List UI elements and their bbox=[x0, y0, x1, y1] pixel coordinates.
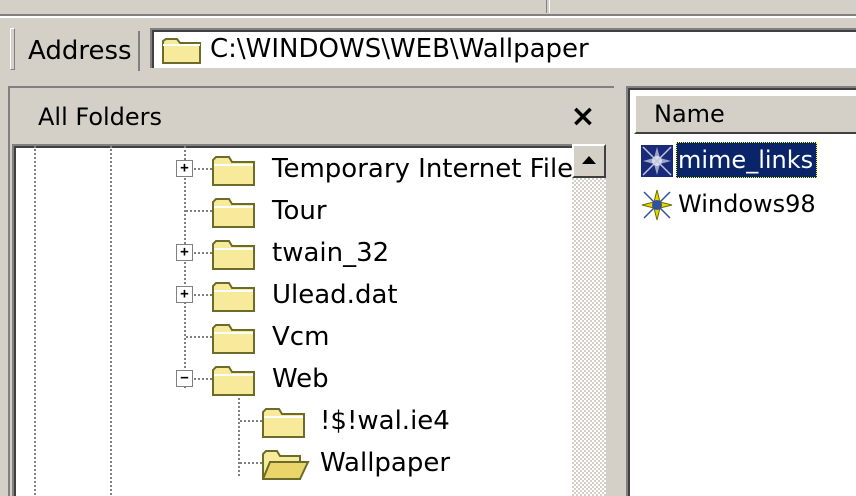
tree-item-label: !$!wal.ie4 bbox=[320, 406, 450, 436]
folder-icon bbox=[162, 36, 202, 68]
column-header-name[interactable]: Name bbox=[634, 94, 856, 134]
collapse-minus-icon[interactable]: − bbox=[176, 370, 193, 387]
folder-closed-icon bbox=[212, 364, 256, 400]
folder-tree[interactable]: + Temporary Internet Files Tour + twain_… bbox=[12, 144, 572, 496]
tree-connector bbox=[186, 210, 212, 212]
toolbar-separator bbox=[546, 0, 550, 13]
address-input[interactable]: C:\WINDOWS\WEB\Wallpaper bbox=[150, 28, 856, 68]
tree-item[interactable]: + Temporary Internet Files bbox=[14, 148, 572, 190]
folders-pane-title: All Folders bbox=[38, 103, 163, 131]
folder-closed-icon bbox=[212, 280, 256, 316]
address-label: Address bbox=[20, 31, 140, 71]
tree-connector bbox=[240, 420, 262, 422]
expand-plus-icon[interactable]: + bbox=[176, 244, 193, 261]
folder-closed-icon bbox=[212, 154, 256, 190]
tree-item[interactable]: − Web bbox=[14, 358, 572, 400]
folder-closed-icon bbox=[262, 406, 306, 442]
address-bar: Address C:\WINDOWS\WEB\Wallpaper bbox=[0, 18, 856, 80]
file-item[interactable]: Windows98 bbox=[640, 184, 856, 224]
tree-item-label: Vcm bbox=[272, 322, 330, 352]
address-path: C:\WINDOWS\WEB\Wallpaper bbox=[210, 34, 589, 64]
tree-connector bbox=[240, 462, 262, 464]
file-item-label: mime_links bbox=[676, 142, 818, 178]
tree-item[interactable]: + Ulead.dat bbox=[14, 274, 572, 316]
scroll-up-button[interactable] bbox=[572, 144, 606, 178]
tree-item[interactable]: !$!wal.ie4 bbox=[14, 400, 572, 442]
toolbar-strip bbox=[0, 0, 856, 18]
tree-item[interactable]: Tour bbox=[14, 190, 572, 232]
expand-plus-icon[interactable]: + bbox=[176, 160, 193, 177]
vertical-scrollbar[interactable] bbox=[572, 144, 606, 496]
tree-item[interactable]: + twain_32 bbox=[14, 232, 572, 274]
folders-pane-header: All Folders × bbox=[12, 92, 612, 142]
tree-item[interactable]: Vcm bbox=[14, 316, 572, 358]
folder-closed-icon bbox=[212, 322, 256, 358]
tree-item-label: Tour bbox=[272, 196, 327, 226]
tree-item[interactable]: Wallpaper bbox=[14, 442, 572, 484]
tree-item-label: Web bbox=[272, 364, 329, 394]
folder-closed-icon bbox=[212, 196, 256, 232]
close-icon[interactable]: × bbox=[566, 100, 600, 134]
tree-connector bbox=[186, 336, 212, 338]
tree-item-label: Wallpaper bbox=[320, 448, 451, 478]
file-list[interactable]: Name mime_links Windows98 bbox=[626, 86, 856, 496]
column-header-label: Name bbox=[654, 100, 725, 128]
folders-pane: All Folders × + Temporary Internet Files bbox=[0, 86, 614, 496]
address-bar-grip[interactable] bbox=[10, 28, 15, 70]
file-item-label: Windows98 bbox=[678, 190, 816, 218]
tree-item-label: Temporary Internet Files bbox=[272, 154, 572, 184]
file-item[interactable]: mime_links bbox=[640, 140, 856, 180]
folder-open-icon bbox=[261, 448, 310, 484]
tree-item-label: Ulead.dat bbox=[272, 280, 398, 310]
expand-plus-icon[interactable]: + bbox=[176, 286, 193, 303]
tree-item-label: twain_32 bbox=[272, 238, 390, 268]
folder-closed-icon bbox=[212, 238, 256, 274]
web-document-icon bbox=[640, 188, 674, 222]
web-document-icon bbox=[640, 144, 674, 178]
pane-splitter[interactable] bbox=[614, 86, 626, 496]
